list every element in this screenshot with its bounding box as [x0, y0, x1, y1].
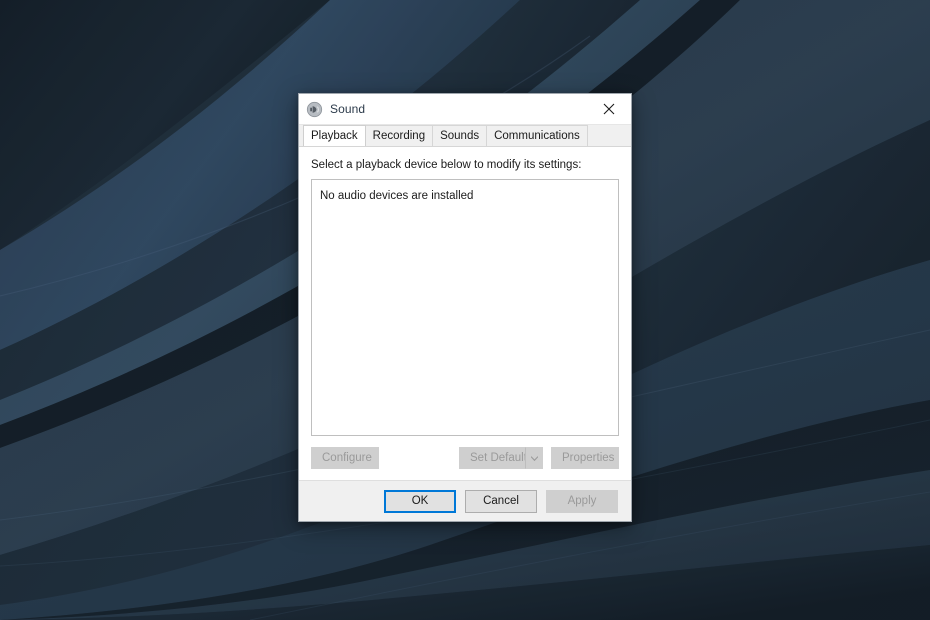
sound-dialog-window: Sound Playback Recording Sounds Communic… [298, 93, 632, 522]
dialog-footer: OK Cancel Apply [299, 480, 631, 521]
cancel-button-label: Cancel [483, 494, 519, 507]
set-default-split-button[interactable]: Set Default [459, 447, 543, 469]
tab-sounds[interactable]: Sounds [432, 125, 488, 146]
ok-button[interactable]: OK [384, 489, 456, 513]
tab-strip: Playback Recording Sounds Communications [299, 125, 631, 146]
configure-button[interactable]: Configure [311, 447, 379, 469]
cancel-button[interactable]: Cancel [465, 489, 537, 513]
properties-button-label: Properties [562, 452, 615, 464]
set-default-button[interactable]: Set Default [459, 447, 527, 469]
set-default-button-label: Set Default [470, 452, 527, 464]
ok-button-label: OK [411, 494, 429, 507]
close-button[interactable] [586, 94, 631, 123]
configure-button-label: Configure [322, 452, 372, 464]
playback-tab-page: Select a playback device below to modify… [299, 146, 631, 480]
tab-recording-label: Recording [372, 130, 426, 142]
set-default-dropdown-button[interactable] [525, 447, 543, 469]
tab-recording[interactable]: Recording [364, 125, 434, 146]
tab-communications[interactable]: Communications [486, 125, 588, 146]
device-actions-row: Configure Set Default Properties [299, 436, 631, 480]
tab-playback-label: Playback [311, 130, 358, 142]
tab-communications-label: Communications [494, 130, 580, 142]
speaker-icon [306, 101, 323, 117]
tab-sounds-label: Sounds [440, 130, 480, 142]
device-list-empty-message: No audio devices are installed [320, 190, 474, 202]
properties-button[interactable]: Properties [551, 447, 619, 469]
tab-playback[interactable]: Playback [303, 125, 366, 146]
playback-device-list[interactable]: No audio devices are installed [311, 179, 619, 436]
close-icon [603, 103, 614, 114]
instruction-text: Select a playback device below to modify… [311, 159, 582, 171]
chevron-down-icon [530, 455, 538, 461]
apply-button-label: Apply [567, 494, 597, 507]
apply-button[interactable]: Apply [546, 489, 618, 513]
dialog-title: Sound [330, 102, 366, 116]
dialog-titlebar[interactable]: Sound [299, 94, 631, 125]
